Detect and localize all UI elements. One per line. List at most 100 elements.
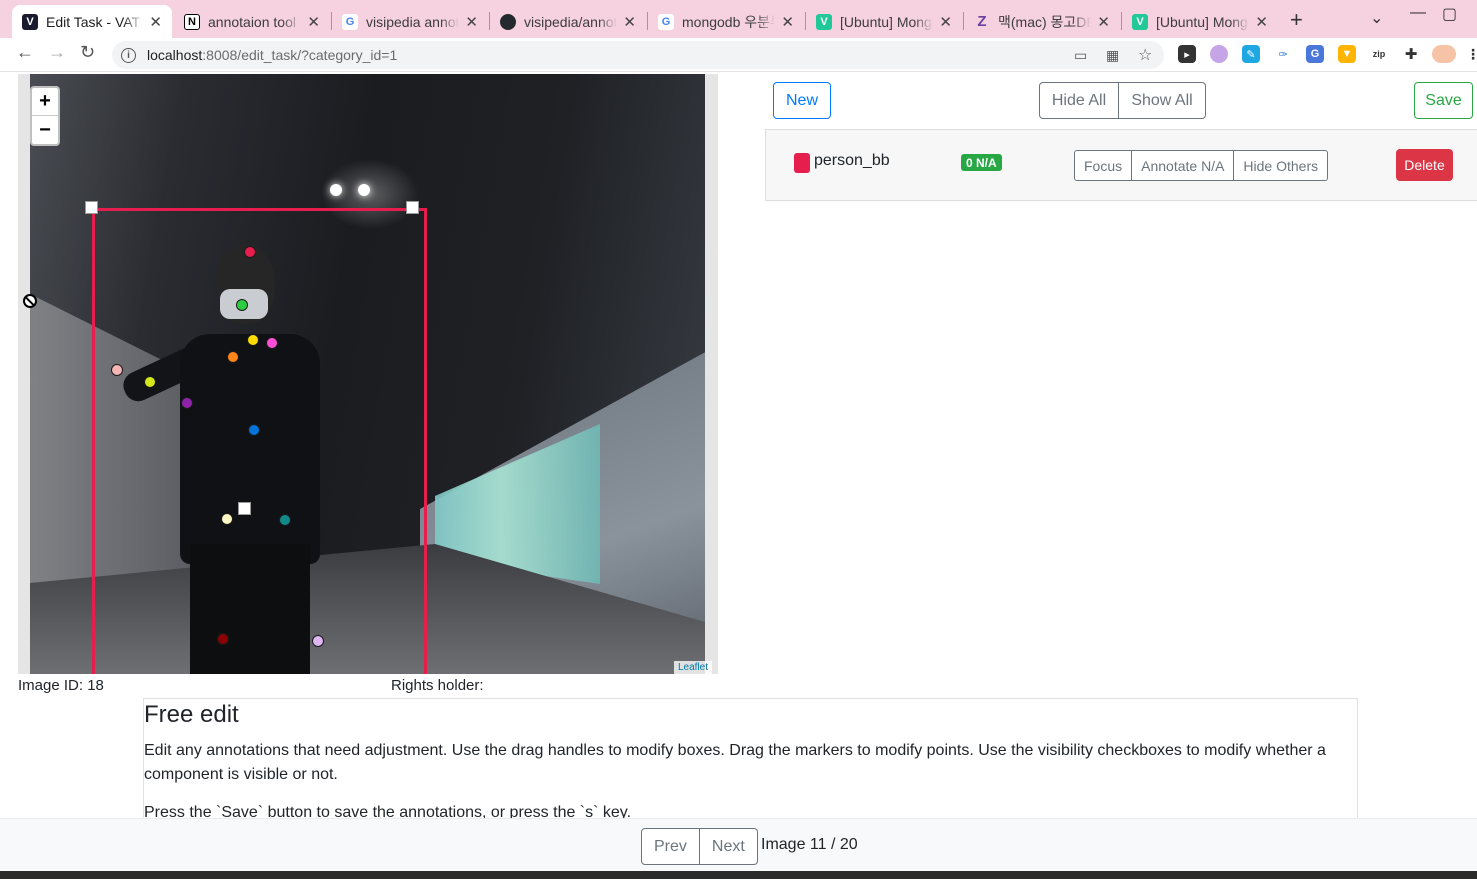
tab-label: annotaion tool bbox=[208, 13, 296, 30]
bbox-handle-top-right[interactable] bbox=[406, 201, 419, 214]
task-image bbox=[30, 74, 705, 674]
tab-label: 맥(mac) 몽고DB bbox=[998, 13, 1092, 30]
image-map-viewer[interactable]: + − Leaflet bbox=[18, 74, 718, 674]
annotation-color-swatch bbox=[794, 153, 810, 173]
bbox-handle-center[interactable] bbox=[238, 502, 251, 515]
maximize-icon[interactable]: ▢ bbox=[1442, 4, 1457, 24]
extension-edit-icon[interactable]: ✎ bbox=[1242, 45, 1260, 63]
instructions-panel: Free edit Edit any annotations that need… bbox=[143, 698, 1358, 818]
keypoint-marker[interactable] bbox=[312, 635, 324, 647]
hide-all-button[interactable]: Hide All bbox=[1039, 82, 1119, 119]
minimize-icon[interactable]: — bbox=[1410, 4, 1426, 22]
close-icon[interactable]: ✕ bbox=[623, 13, 636, 31]
photo-light bbox=[358, 184, 370, 196]
tab-edit-task[interactable]: V Edit Task - VAT ✕ bbox=[12, 5, 172, 38]
instructions-title: Free edit bbox=[144, 701, 239, 728]
new-tab-button[interactable]: + bbox=[1290, 7, 1303, 33]
extensions-puzzle-icon[interactable]: ✚ bbox=[1402, 45, 1420, 63]
keypoint-marker[interactable] bbox=[144, 376, 156, 388]
keypoint-marker[interactable] bbox=[236, 299, 248, 311]
tab-visipedia-search[interactable]: G visipedia annotation ✕ bbox=[332, 5, 488, 38]
browser-tab-strip: V Edit Task - VAT ✕ N annotaion tool ✕ G… bbox=[0, 0, 1477, 38]
bookmark-star-icon[interactable]: ☆ bbox=[1138, 45, 1152, 65]
bounding-box-person[interactable] bbox=[92, 208, 427, 674]
instructions-paragraph: Edit any annotations that need adjustmen… bbox=[144, 742, 1326, 783]
tab-label: [Ubuntu] MongoDB bbox=[840, 13, 933, 30]
tab-github-visipedia[interactable]: visipedia/annotation ✕ bbox=[490, 5, 646, 38]
keypoint-marker[interactable] bbox=[244, 246, 256, 258]
visibility-button-group: Hide All Show All bbox=[1039, 82, 1206, 119]
pagination-footer: Prev Next Image 11 / 20 bbox=[0, 818, 1477, 871]
keypoint-marker[interactable] bbox=[111, 364, 123, 376]
keypoint-marker[interactable] bbox=[248, 424, 260, 436]
notion-icon: N bbox=[184, 13, 200, 30]
delete-annotation-button[interactable]: Delete bbox=[1396, 149, 1453, 181]
zoom-in-button[interactable]: + bbox=[32, 88, 58, 116]
github-icon bbox=[500, 13, 516, 30]
velog-icon: V bbox=[816, 13, 832, 30]
cast-icon[interactable]: ▭ bbox=[1074, 47, 1087, 64]
menu-kebab-icon[interactable]: ⋮ bbox=[1464, 45, 1477, 63]
keypoint-marker[interactable] bbox=[221, 513, 233, 525]
show-all-button[interactable]: Show All bbox=[1119, 82, 1206, 119]
extension-media-icon[interactable]: ▸ bbox=[1178, 45, 1196, 63]
extension-pen-icon[interactable]: ✑ bbox=[1274, 45, 1292, 63]
instructions-paragraph: Press the `Save` button to save the anno… bbox=[144, 804, 632, 818]
v-app-icon: V bbox=[22, 13, 38, 30]
close-icon[interactable]: ✕ bbox=[1255, 13, 1268, 31]
google-icon: G bbox=[342, 13, 358, 30]
tab-mac-mongodb[interactable]: Z 맥(mac) 몽고DB ✕ bbox=[964, 5, 1120, 38]
annotation-name: person_bb bbox=[814, 152, 890, 169]
google-icon: G bbox=[658, 13, 674, 30]
close-icon[interactable]: ✕ bbox=[149, 13, 162, 31]
save-button[interactable]: Save bbox=[1414, 82, 1473, 119]
keypoint-marker[interactable] bbox=[181, 397, 193, 409]
keypoint-marker[interactable] bbox=[217, 633, 229, 645]
url-text: localhost:8008/edit_task/?category_id=1 bbox=[147, 47, 398, 63]
close-icon[interactable]: ✕ bbox=[1097, 13, 1110, 31]
bbox-handle-top-left[interactable] bbox=[85, 201, 98, 214]
reload-icon[interactable]: ↻ bbox=[80, 42, 95, 63]
focus-button[interactable]: Focus bbox=[1074, 150, 1133, 181]
keypoint-marker[interactable] bbox=[247, 334, 259, 346]
tab-label: visipedia/annotation bbox=[524, 13, 618, 30]
keypoint-marker[interactable] bbox=[227, 351, 239, 363]
tab-ubuntu-mongodb-2[interactable]: V [Ubuntu] MongoDB ✕ bbox=[1122, 5, 1278, 38]
close-icon[interactable]: ✕ bbox=[307, 13, 320, 31]
annotation-card: person_bb 0 N/A Focus Annotate N/A Hide … bbox=[765, 129, 1477, 201]
zoom-control: + − bbox=[30, 86, 60, 146]
tab-label: [Ubuntu] MongoDB bbox=[1156, 13, 1249, 30]
qr-code-icon[interactable]: ▦ bbox=[1106, 47, 1119, 64]
close-icon[interactable]: ✕ bbox=[781, 13, 794, 31]
rights-holder-label: Rights holder: bbox=[391, 677, 484, 694]
hide-others-button[interactable]: Hide Others bbox=[1234, 150, 1329, 181]
forward-icon[interactable]: → bbox=[48, 42, 66, 63]
back-icon[interactable]: ← bbox=[16, 42, 34, 63]
site-info-icon[interactable]: i bbox=[121, 47, 136, 63]
annotation-action-group: Focus Annotate N/A Hide Others bbox=[1074, 150, 1329, 181]
tab-annotation-tool[interactable]: N annotaion tool ✕ bbox=[174, 5, 330, 38]
keypoint-marker[interactable] bbox=[279, 514, 291, 526]
tab-ubuntu-mongodb-1[interactable]: V [Ubuntu] MongoDB ✕ bbox=[806, 5, 962, 38]
zoom-out-button[interactable]: − bbox=[32, 116, 58, 144]
tab-mongodb-search[interactable]: G mongodb 우분투 ✕ bbox=[648, 5, 804, 38]
annotate-na-button[interactable]: Annotate N/A bbox=[1132, 150, 1235, 181]
extension-swirl-icon[interactable] bbox=[1210, 45, 1228, 63]
keypoint-marker[interactable] bbox=[266, 337, 278, 349]
extension-translate-icon[interactable]: G bbox=[1306, 45, 1324, 63]
extension-gitzip-icon[interactable]: zip bbox=[1370, 45, 1388, 63]
close-icon[interactable]: ✕ bbox=[939, 13, 952, 31]
not-allowed-cursor-icon bbox=[23, 294, 37, 308]
profile-avatar-icon[interactable] bbox=[1432, 45, 1456, 63]
terminal-strip bbox=[0, 871, 1477, 879]
close-icon[interactable]: ✕ bbox=[465, 13, 478, 31]
tab-label: Edit Task - VAT bbox=[46, 13, 141, 30]
address-bar[interactable]: i localhost:8008/edit_task/?category_id=… bbox=[112, 41, 1164, 69]
extension-shield-icon[interactable]: ▼ bbox=[1338, 45, 1356, 63]
new-annotation-button[interactable]: New bbox=[773, 82, 831, 119]
next-button[interactable]: Next bbox=[699, 828, 758, 865]
tab-label: mongodb 우분투 bbox=[682, 13, 776, 30]
tab-search-icon[interactable]: ⌄ bbox=[1370, 8, 1383, 28]
leaflet-attribution-link[interactable]: Leaflet bbox=[673, 661, 712, 674]
prev-button[interactable]: Prev bbox=[641, 828, 700, 865]
